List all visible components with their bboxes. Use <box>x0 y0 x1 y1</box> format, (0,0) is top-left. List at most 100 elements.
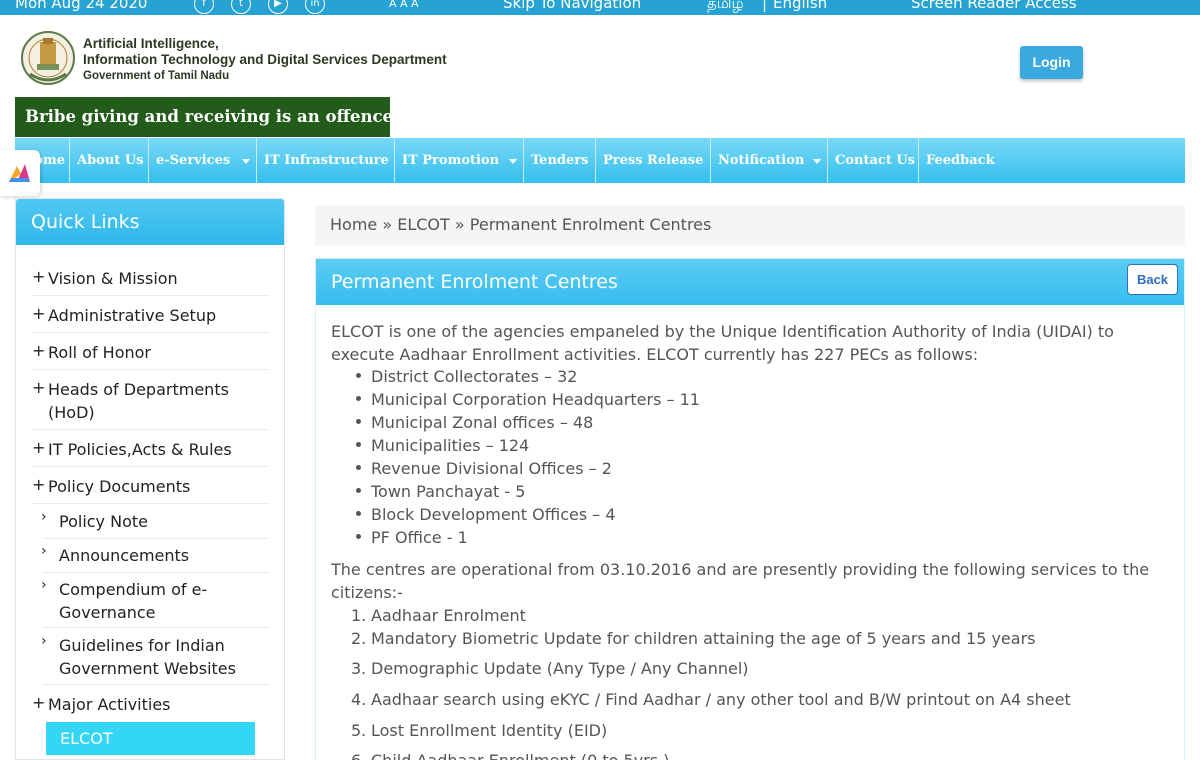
nav-item-tenders[interactable]: Tenders <box>524 138 596 183</box>
list-item: Town Panchayat - 5 <box>371 482 526 501</box>
quick-link-label: Guidelines for Indian Government Website… <box>59 636 236 678</box>
font-size-controls[interactable]: A A A <box>389 0 419 10</box>
main-navigation: Home About Us e-Services IT Infrastructu… <box>15 138 1185 183</box>
breadcrumb: Home » ELCOT » Permanent Enrolment Centr… <box>315 205 1185 245</box>
accessibility-widget-button[interactable] <box>0 150 40 196</box>
chevron-right-icon: › <box>41 633 47 649</box>
breadcrumb-home[interactable]: Home <box>330 215 377 234</box>
nav-item-it-promotion[interactable]: IT Promotion <box>395 138 524 183</box>
quick-link-it-policies[interactable]: + IT Policies,Acts & Rules <box>32 438 269 467</box>
quick-link-heads-of-departments[interactable]: + Heads of Departments (HoD) <box>32 378 269 430</box>
tamil-language-link[interactable]: தமிழ் <box>707 0 744 14</box>
nav-item-e-services[interactable]: e-Services <box>149 138 257 183</box>
facebook-icon[interactable]: f <box>194 0 214 14</box>
english-language-link[interactable]: English <box>773 0 827 12</box>
plus-icon: + <box>32 438 46 457</box>
bullet <box>356 396 361 401</box>
list-item: Mandatory Biometric Update for children … <box>371 629 1036 648</box>
quick-link-label: Policy Documents <box>48 477 191 496</box>
nav-label: Press Release <box>603 153 704 168</box>
list-item: District Collectorates – 32 <box>371 367 578 386</box>
plus-icon: + <box>32 341 46 360</box>
quick-link-elcot-active[interactable]: ELCOT <box>46 722 255 755</box>
bullet <box>356 373 361 378</box>
nav-label: Feedback <box>926 153 995 168</box>
quick-link-roll-of-honor[interactable]: + Roll of Honor <box>32 341 269 370</box>
quick-link-administrative-setup[interactable]: + Administrative Setup <box>32 304 269 333</box>
bullet <box>356 442 361 447</box>
plus-icon: + <box>32 267 46 286</box>
nav-label: IT Promotion <box>402 153 500 168</box>
quick-link-compendium[interactable]: › Compendium of e-Governance <box>41 577 269 628</box>
bullet <box>356 534 361 539</box>
chevron-down-icon <box>242 159 250 164</box>
breadcrumb-separator: » <box>454 215 465 234</box>
list-number: 4. <box>351 690 367 709</box>
nav-item-feedback[interactable]: Feedback <box>919 138 1185 183</box>
nav-item-about-us[interactable]: About Us <box>70 138 149 183</box>
content-panel: Permanent Enrolment Centres Back ELCOT i… <box>315 258 1185 760</box>
nav-item-notification[interactable]: Notification <box>711 138 828 183</box>
list-number: 2. <box>351 629 367 648</box>
chevron-right-icon: › <box>41 543 47 559</box>
accessibility-widget-icon <box>9 164 30 182</box>
current-date: Mon Aug 24 2020 <box>15 0 148 12</box>
screen-reader-access-link[interactable]: Screen Reader Access <box>911 0 1077 12</box>
breadcrumb-separator: » <box>382 215 393 234</box>
quick-link-label: Heads of Departments (HoD) <box>48 380 229 422</box>
breadcrumb-elcot[interactable]: ELCOT <box>397 215 450 234</box>
list-item: Municipal Corporation Headquarters – 11 <box>371 390 700 409</box>
nav-label: IT Infrastructure <box>264 153 389 168</box>
intro-paragraph: ELCOT is one of the agencies empaneled b… <box>331 322 1114 364</box>
breadcrumb-current: Permanent Enrolment Centres <box>469 215 712 234</box>
list-item: Demographic Update (Any Type / Any Chann… <box>371 659 749 678</box>
chevron-right-icon: › <box>41 577 47 593</box>
nav-item-press-release[interactable]: Press Release <box>596 138 711 183</box>
services-paragraph: The centres are operational from 03.10.2… <box>331 560 1150 602</box>
department-line-3: Government of Tamil Nadu <box>83 70 230 82</box>
nav-label: Notification <box>718 153 805 168</box>
nav-label: Tenders <box>531 153 589 168</box>
plus-icon: + <box>32 693 46 712</box>
quick-link-label: Administrative Setup <box>48 306 217 325</box>
list-item: Lost Enrollment Identity (EID) <box>371 721 608 740</box>
quick-links-title: Quick Links <box>16 199 284 245</box>
quick-link-label: Announcements <box>59 546 190 565</box>
quick-link-guidelines[interactable]: › Guidelines for Indian Government Websit… <box>41 633 269 685</box>
quick-link-announcements[interactable]: › Announcements <box>41 543 269 573</box>
bullet <box>356 511 361 516</box>
quick-link-label: Major Activities <box>48 695 171 714</box>
quick-link-major-activities[interactable]: + Major Activities <box>32 693 269 720</box>
nav-item-contact-us[interactable]: Contact Us <box>828 138 919 183</box>
quick-link-policy-documents[interactable]: + Policy Documents <box>32 475 269 504</box>
language-separator: | <box>762 0 768 12</box>
chevron-down-icon <box>813 159 821 164</box>
quick-link-label: Policy Note <box>59 512 148 531</box>
nav-item-it-infrastructure[interactable]: IT Infrastructure <box>257 138 395 183</box>
plus-icon: + <box>32 304 46 323</box>
list-item: Municipalities – 124 <box>371 436 530 455</box>
quick-link-vision-mission[interactable]: + Vision & Mission <box>32 267 269 296</box>
login-button[interactable]: Login <box>1020 46 1083 79</box>
skip-to-navigation-link[interactable]: Skip To Navigation <box>503 0 641 12</box>
plus-icon: + <box>32 475 46 494</box>
quick-link-label: IT Policies,Acts & Rules <box>48 440 232 459</box>
page-title: Permanent Enrolment Centres <box>316 259 1184 305</box>
list-number: 5. <box>351 721 367 740</box>
chevron-down-icon <box>509 159 517 164</box>
list-item: Aadhaar search using eKYC / Find Aadhar … <box>371 690 1071 709</box>
quick-link-policy-note[interactable]: › Policy Note <box>41 509 269 539</box>
nav-label: About Us <box>77 153 144 168</box>
bullet <box>356 488 361 493</box>
nav-label: e-Services <box>156 153 231 168</box>
twitter-icon[interactable]: t <box>231 0 251 14</box>
back-button[interactable]: Back <box>1127 264 1178 295</box>
quick-link-label: Vision & Mission <box>48 269 178 288</box>
list-item: Child Aadhaar Enrollment (0 to 5yrs ) <box>371 749 669 760</box>
quick-link-label: Compendium of e-Governance <box>59 580 208 622</box>
linkedin-icon[interactable]: in <box>305 0 325 14</box>
bullet <box>356 419 361 424</box>
anti-bribery-banner: Bribe giving and receiving is an offence <box>15 97 393 137</box>
youtube-icon[interactable]: ▶ <box>268 0 288 14</box>
list-item: Revenue Divisional Offices – 2 <box>371 459 612 478</box>
